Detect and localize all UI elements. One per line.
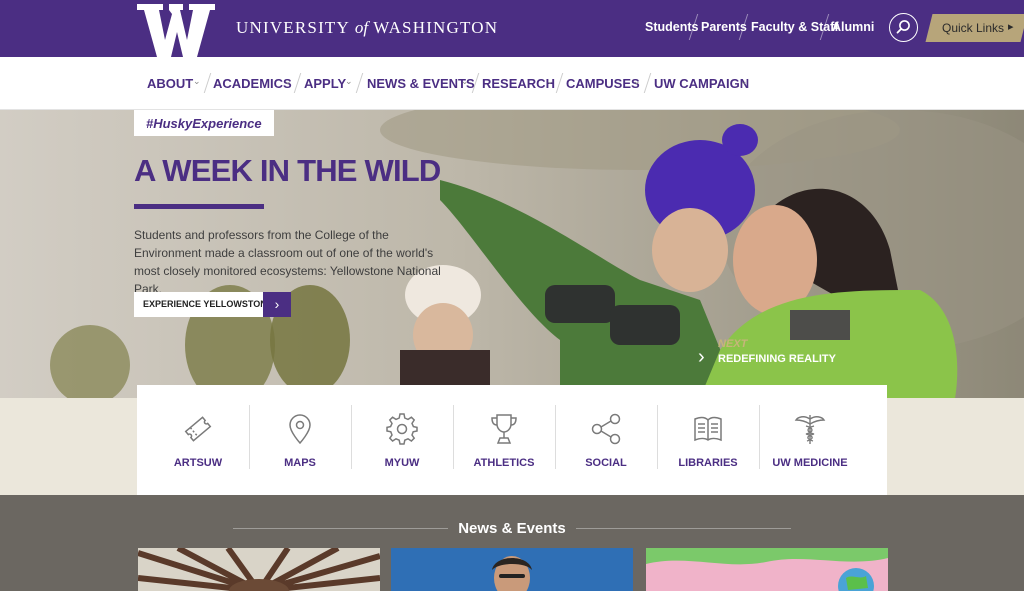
ticket-icon [184, 416, 212, 442]
tree-photo [138, 548, 380, 591]
portrait-photo [391, 548, 633, 591]
nav-divider [643, 73, 652, 93]
quick-link-maps[interactable]: MAPS [249, 385, 351, 495]
quick-link-myuw[interactable]: MYUW [351, 385, 453, 495]
map-pin-icon [289, 414, 311, 445]
audience-link-parents[interactable]: Parents [701, 20, 747, 34]
uw-w-logo[interactable] [137, 4, 215, 57]
quick-links-label: Quick Links [942, 21, 1005, 35]
quick-links-arrow-icon: ▸ [1008, 21, 1014, 33]
gear-icon [386, 413, 418, 445]
chevron-down-icon[interactable]: ⌄ [546, 76, 554, 87]
quick-link-label: MAPS [284, 457, 316, 469]
cta-label[interactable]: EXPERIENCE YELLOWSTONE [143, 299, 273, 309]
university-wordmark[interactable]: UNIVERSITY of WASHINGTON [236, 18, 498, 38]
chevron-down-icon[interactable]: ⌄ [740, 76, 748, 87]
nav-item-apply[interactable]: APPLY [304, 76, 346, 91]
nav-item-research[interactable]: RESEARCH [482, 76, 555, 91]
nav-item-academics[interactable]: ACADEMICS [213, 76, 292, 91]
nav-item-campuses[interactable]: CAMPUSES [566, 76, 640, 91]
quick-link-libraries[interactable]: LIBRARIES [657, 385, 759, 495]
quick-links-card: ARTSUW MAPS MYUW ATHLETICS SOCIAL LIBRAR… [137, 385, 887, 495]
chevron-down-icon[interactable]: ⌄ [633, 76, 641, 87]
search-icon [896, 20, 910, 34]
hashtag-label[interactable]: #HuskyExperience [146, 116, 262, 131]
wordmark-washington: WASHINGTON [373, 18, 499, 37]
wordmark-of: of [354, 18, 369, 37]
caduceus-icon [794, 415, 826, 444]
hero-title: A WEEK IN THE WILD [134, 153, 441, 188]
search-button[interactable] [889, 13, 918, 42]
main-nav: ABOUT ⌄ ACADEMICS ⌄ APPLY ⌄ NEWS & EVENT… [0, 57, 1024, 110]
nav-divider [293, 73, 302, 93]
book-icon [694, 416, 722, 442]
quick-link-label: ATHLETICS [473, 457, 535, 469]
wordmark-university: UNIVERSITY [236, 18, 350, 37]
quick-link-social[interactable]: SOCIAL [555, 385, 657, 495]
news-card-image[interactable] [138, 548, 380, 591]
next-slide-label[interactable]: NEXT [718, 338, 747, 350]
illustration-photo [646, 548, 888, 591]
chevron-down-icon[interactable]: ⌄ [193, 76, 201, 87]
nav-divider [203, 73, 212, 93]
chevron-right-icon[interactable]: › [263, 292, 291, 317]
chevron-down-icon[interactable]: ⌄ [284, 76, 292, 87]
quick-link-label: SOCIAL [585, 457, 627, 469]
news-events-heading: News & Events [458, 520, 566, 537]
quick-link-artsuw[interactable]: ARTSUW [147, 385, 249, 495]
quick-link-label: ARTSUW [173, 457, 223, 469]
audience-link-alumni[interactable]: Alumni [832, 20, 874, 34]
news-card-image[interactable] [646, 548, 888, 591]
nav-divider [555, 73, 564, 93]
nav-item-uw-campaign[interactable]: UW CAMPAIGN [654, 76, 749, 91]
news-card-image[interactable] [391, 548, 633, 591]
hero-carousel: #HuskyExperience A WEEK IN THE WILD Stud… [0, 110, 1024, 398]
trophy-icon [491, 414, 517, 444]
news-events-section: News & Events [0, 495, 1024, 591]
share-icon [591, 413, 621, 445]
quick-link-uw-medicine[interactable]: UW MEDICINE [759, 385, 861, 495]
chevron-down-icon[interactable]: ⌄ [345, 76, 353, 87]
nav-divider [355, 73, 364, 93]
quick-link-label: LIBRARIES [678, 457, 738, 469]
quick-link-label: MYUW [384, 457, 420, 469]
hero-title-underline [134, 204, 264, 209]
next-slide-arrow-icon[interactable]: › [698, 346, 705, 369]
chevron-down-icon[interactable]: ⌄ [461, 76, 469, 87]
hero-description: Students and professors from the College… [134, 228, 441, 296]
nav-item-about[interactable]: ABOUT [147, 76, 193, 91]
next-slide-title[interactable]: REDEFINING REALITY [718, 353, 836, 365]
quick-link-athletics[interactable]: ATHLETICS [453, 385, 555, 495]
quick-link-label: UW MEDICINE [772, 457, 848, 469]
top-bar: UNIVERSITY of WASHINGTON Students Parent… [0, 0, 1024, 57]
nav-item-news-events[interactable]: NEWS & EVENTS [367, 76, 475, 91]
